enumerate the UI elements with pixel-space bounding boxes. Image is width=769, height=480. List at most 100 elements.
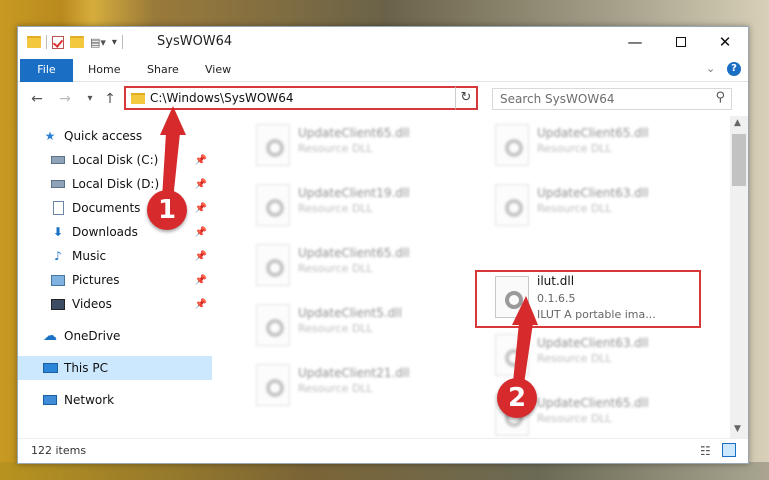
- file-list: UpdateClient65.dll Resource DLL UpdateCl…: [212, 116, 730, 438]
- pictures-icon: [50, 272, 66, 288]
- file-name: UpdateClient63.dll: [537, 186, 649, 200]
- address-bar[interactable]: C:\Windows\SysWOW64 ⌄: [124, 86, 478, 110]
- file-type: Resource DLL: [537, 352, 612, 365]
- sidebar-item-music[interactable]: ♪ Music 📌: [18, 244, 212, 268]
- up-arrow-icon[interactable]: ↑: [101, 90, 119, 108]
- pin-icon[interactable]: 📌: [195, 275, 207, 286]
- customize-toolbar-icon[interactable]: ▤▾: [90, 36, 106, 49]
- list-item[interactable]: UpdateClient65.dll Resource DLL: [250, 240, 470, 292]
- sidebar-item-label: Local Disk (D:): [72, 177, 160, 191]
- dll-file-icon: [256, 244, 290, 286]
- pin-icon[interactable]: 📌: [195, 179, 207, 190]
- sidebar-item-local-disk-c[interactable]: Local Disk (C:) 📌: [18, 148, 212, 172]
- file-name: UpdateClient65.dll: [537, 396, 649, 410]
- navigation-pane: ★ Quick access Local Disk (C:) 📌 Local D…: [18, 116, 212, 438]
- expand-ribbon-icon[interactable]: ⌄: [706, 62, 715, 75]
- search-box[interactable]: Search SysWOW64 ⚲: [492, 88, 732, 110]
- file-name: UpdateClient19.dll: [298, 186, 410, 200]
- highlight-box: [475, 270, 701, 328]
- cloud-icon: ☁: [43, 328, 57, 344]
- search-input[interactable]: Search SysWOW64: [500, 92, 614, 106]
- sidebar-item-label: Documents: [72, 201, 141, 215]
- sidebar-item-onedrive[interactable]: ☁ OneDrive: [18, 324, 212, 348]
- file-type: Resource DLL: [537, 412, 612, 425]
- close-button[interactable]: ✕: [702, 27, 748, 57]
- large-icons-view-icon[interactable]: [722, 443, 736, 457]
- sidebar-item-pictures[interactable]: Pictures 📌: [18, 268, 212, 292]
- drive-icon: [50, 152, 66, 168]
- sidebar-item-this-pc[interactable]: This PC: [18, 356, 212, 380]
- computer-icon: [42, 360, 58, 376]
- tab-home[interactable]: Home: [76, 59, 132, 81]
- pin-icon[interactable]: 📌: [195, 227, 207, 238]
- properties-icon[interactable]: [52, 35, 64, 49]
- sidebar-item-network[interactable]: Network: [18, 388, 212, 412]
- download-icon: ⬇: [52, 225, 64, 239]
- network-icon: [42, 392, 58, 408]
- list-item[interactable]: UpdateClient19.dll Resource DLL: [250, 180, 470, 232]
- videos-icon: [50, 296, 66, 312]
- dll-file-icon: [256, 124, 290, 166]
- list-item[interactable]: UpdateClient5.dll Resource DLL: [250, 300, 470, 352]
- pin-icon[interactable]: 📌: [195, 299, 207, 310]
- recent-locations-icon[interactable]: ▾: [81, 90, 99, 108]
- star-icon: ★: [44, 129, 56, 143]
- help-icon[interactable]: ?: [727, 62, 741, 76]
- file-explorer-window: ▤▾ ▾ SysWOW64 — ✕ File Home Share View ⌄…: [17, 26, 749, 464]
- file-name: UpdateClient65.dll: [298, 126, 410, 140]
- refresh-button[interactable]: ↻: [455, 86, 478, 110]
- pin-icon[interactable]: 📌: [195, 203, 207, 214]
- folder-icon[interactable]: [27, 36, 41, 48]
- scrollbar-thumb[interactable]: [732, 134, 746, 186]
- chevron-down-icon[interactable]: ▾: [112, 37, 117, 48]
- search-icon[interactable]: ⚲: [715, 90, 725, 105]
- list-item[interactable]: UpdateClient63.dll Resource DLL: [489, 330, 709, 382]
- new-folder-icon[interactable]: [70, 36, 84, 48]
- file-type: Resource DLL: [298, 262, 373, 275]
- sidebar-item-label: This PC: [64, 361, 108, 375]
- details-view-icon[interactable]: ☷: [700, 444, 711, 458]
- scroll-up-icon[interactable]: ▲: [734, 118, 741, 128]
- dll-file-icon: [256, 184, 290, 226]
- sidebar-item-downloads[interactable]: ⬇ Downloads 📌: [18, 220, 212, 244]
- sidebar-item-label: Quick access: [64, 129, 143, 143]
- documents-icon: [50, 200, 66, 216]
- navigation-bar: ← → ▾ ↑ C:\Windows\SysWOW64 ⌄ ↻ Search S…: [18, 82, 748, 116]
- pin-icon[interactable]: 📌: [195, 251, 207, 262]
- scroll-down-icon[interactable]: ▼: [734, 424, 741, 434]
- list-item[interactable]: UpdateClient65.dll Resource DLL: [489, 120, 709, 172]
- step-1-badge: 1: [147, 190, 187, 230]
- maximize-button[interactable]: [658, 27, 704, 57]
- tab-view[interactable]: View: [193, 59, 243, 81]
- ribbon: File Home Share View ⌄ ?: [18, 57, 748, 111]
- sidebar-item-label: Music: [72, 249, 107, 263]
- sidebar-item-label: Network: [64, 393, 115, 407]
- pin-icon[interactable]: 📌: [195, 155, 207, 166]
- list-item[interactable]: UpdateClient63.dll Resource DLL: [489, 180, 709, 232]
- file-name: UpdateClient65.dll: [537, 126, 649, 140]
- dll-file-icon: [495, 334, 529, 376]
- sidebar-item-label: Pictures: [72, 273, 120, 287]
- sidebar-item-quick-access[interactable]: ★ Quick access: [18, 124, 212, 148]
- vertical-scrollbar[interactable]: ▲ ▼: [730, 116, 748, 438]
- tab-share[interactable]: Share: [135, 59, 191, 81]
- file-name: UpdateClient21.dll: [298, 366, 410, 380]
- file-type: Resource DLL: [537, 142, 612, 155]
- list-item[interactable]: UpdateClient65.dll Resource DLL: [250, 120, 470, 172]
- minimize-button[interactable]: —: [612, 27, 658, 57]
- address-path[interactable]: C:\Windows\SysWOW64: [150, 91, 294, 105]
- dll-file-icon: [256, 364, 290, 406]
- item-count: 122 items: [31, 444, 87, 457]
- file-type: Resource DLL: [298, 202, 373, 215]
- file-name: UpdateClient65.dll: [298, 246, 410, 260]
- folder-icon: [131, 93, 145, 104]
- list-item[interactable]: UpdateClient21.dll Resource DLL: [250, 360, 470, 412]
- file-type: Resource DLL: [298, 382, 373, 395]
- back-arrow-icon[interactable]: ←: [28, 90, 46, 108]
- file-name: UpdateClient63.dll: [537, 336, 649, 350]
- dll-file-icon: [495, 124, 529, 166]
- file-type: Resource DLL: [537, 202, 612, 215]
- sidebar-item-local-disk-d[interactable]: Local Disk (D:) 📌: [18, 172, 212, 196]
- sidebar-item-videos[interactable]: Videos 📌: [18, 292, 212, 316]
- forward-arrow-icon[interactable]: →: [56, 90, 74, 108]
